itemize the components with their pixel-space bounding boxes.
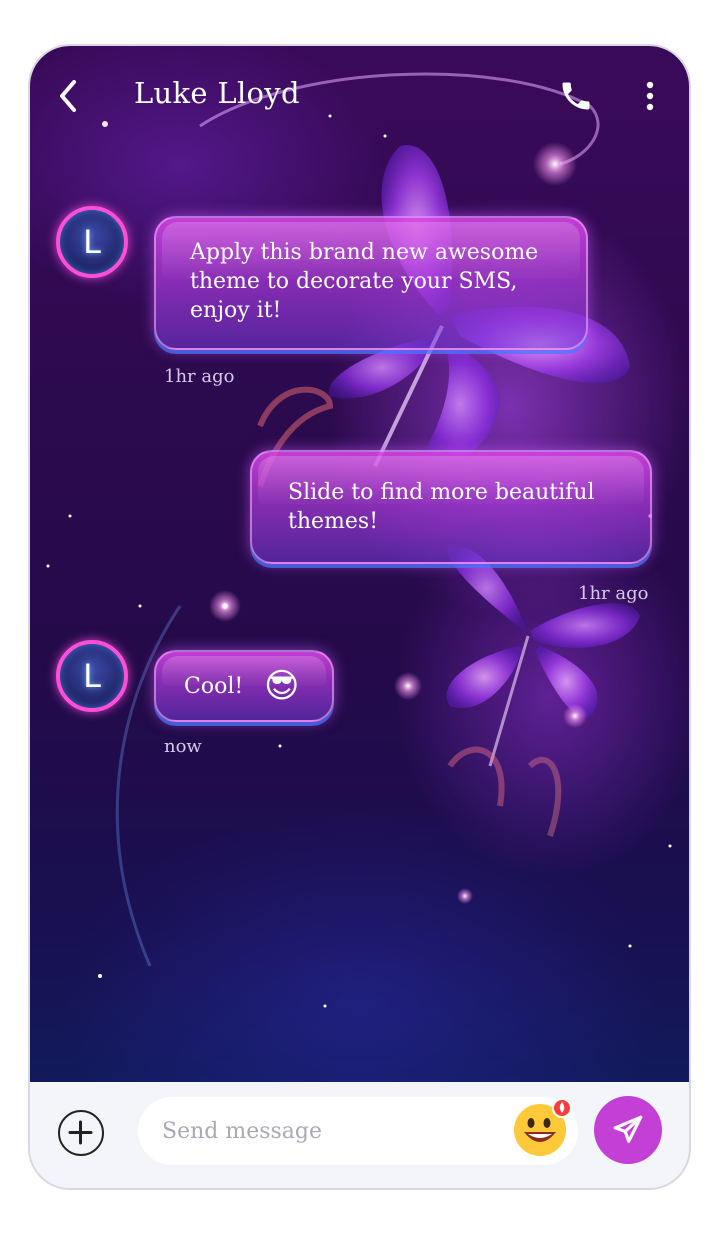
more-vertical-icon (646, 81, 654, 111)
attach-button[interactable] (58, 1110, 104, 1156)
plus-icon (68, 1120, 93, 1145)
avatar-letter: L (83, 657, 101, 695)
contact-avatar[interactable]: L (56, 206, 128, 278)
phone-icon (562, 82, 590, 110)
message-input[interactable] (162, 1111, 482, 1151)
send-icon (613, 1115, 643, 1143)
message-text: Cool! (184, 674, 244, 699)
phone-frame: Luke Lloyd L Apply this brand new awesom… (28, 44, 691, 1190)
message-text-line: Apply this brand new awesome (190, 240, 539, 265)
message-timestamp: 1hr ago (578, 583, 649, 604)
message-text-line: themes! (288, 509, 379, 534)
avatar-letter: L (83, 223, 101, 261)
message-timestamp: 1hr ago (164, 366, 235, 387)
send-button[interactable] (594, 1096, 662, 1164)
contact-avatar[interactable]: L (56, 640, 128, 712)
chevron-left-icon (60, 80, 76, 112)
more-options-button[interactable] (636, 76, 664, 116)
message-text-line: Slide to find more beautiful (288, 480, 595, 505)
back-button[interactable] (52, 76, 88, 116)
incoming-message-bubble[interactable]: Apply this brand new awesome theme to de… (154, 216, 588, 350)
message-text: Slide to find more beautiful themes! (288, 478, 638, 536)
sunglasses-emoji-icon: 😎 (264, 666, 300, 706)
chat-header: Luke Lloyd (30, 46, 689, 150)
butterfly-wallpaper-art (46, 72, 672, 1008)
outgoing-message-bubble[interactable]: Slide to find more beautiful themes! (250, 450, 652, 564)
incoming-message-bubble[interactable]: Cool! 😎 (154, 650, 334, 722)
contact-name[interactable]: Luke Lloyd (134, 76, 300, 110)
message-text-line: enjoy it! (190, 298, 282, 323)
emoji-icon (514, 1098, 572, 1156)
message-text-line: theme to decorate your SMS, (190, 269, 518, 294)
theme-wallpaper (30, 46, 689, 1082)
message-timestamp: now (164, 736, 202, 757)
message-text: Apply this brand new awesome theme to de… (190, 238, 580, 325)
composer-bar (30, 1082, 689, 1188)
call-button[interactable] (558, 78, 594, 114)
emoji-button[interactable] (510, 1096, 574, 1160)
